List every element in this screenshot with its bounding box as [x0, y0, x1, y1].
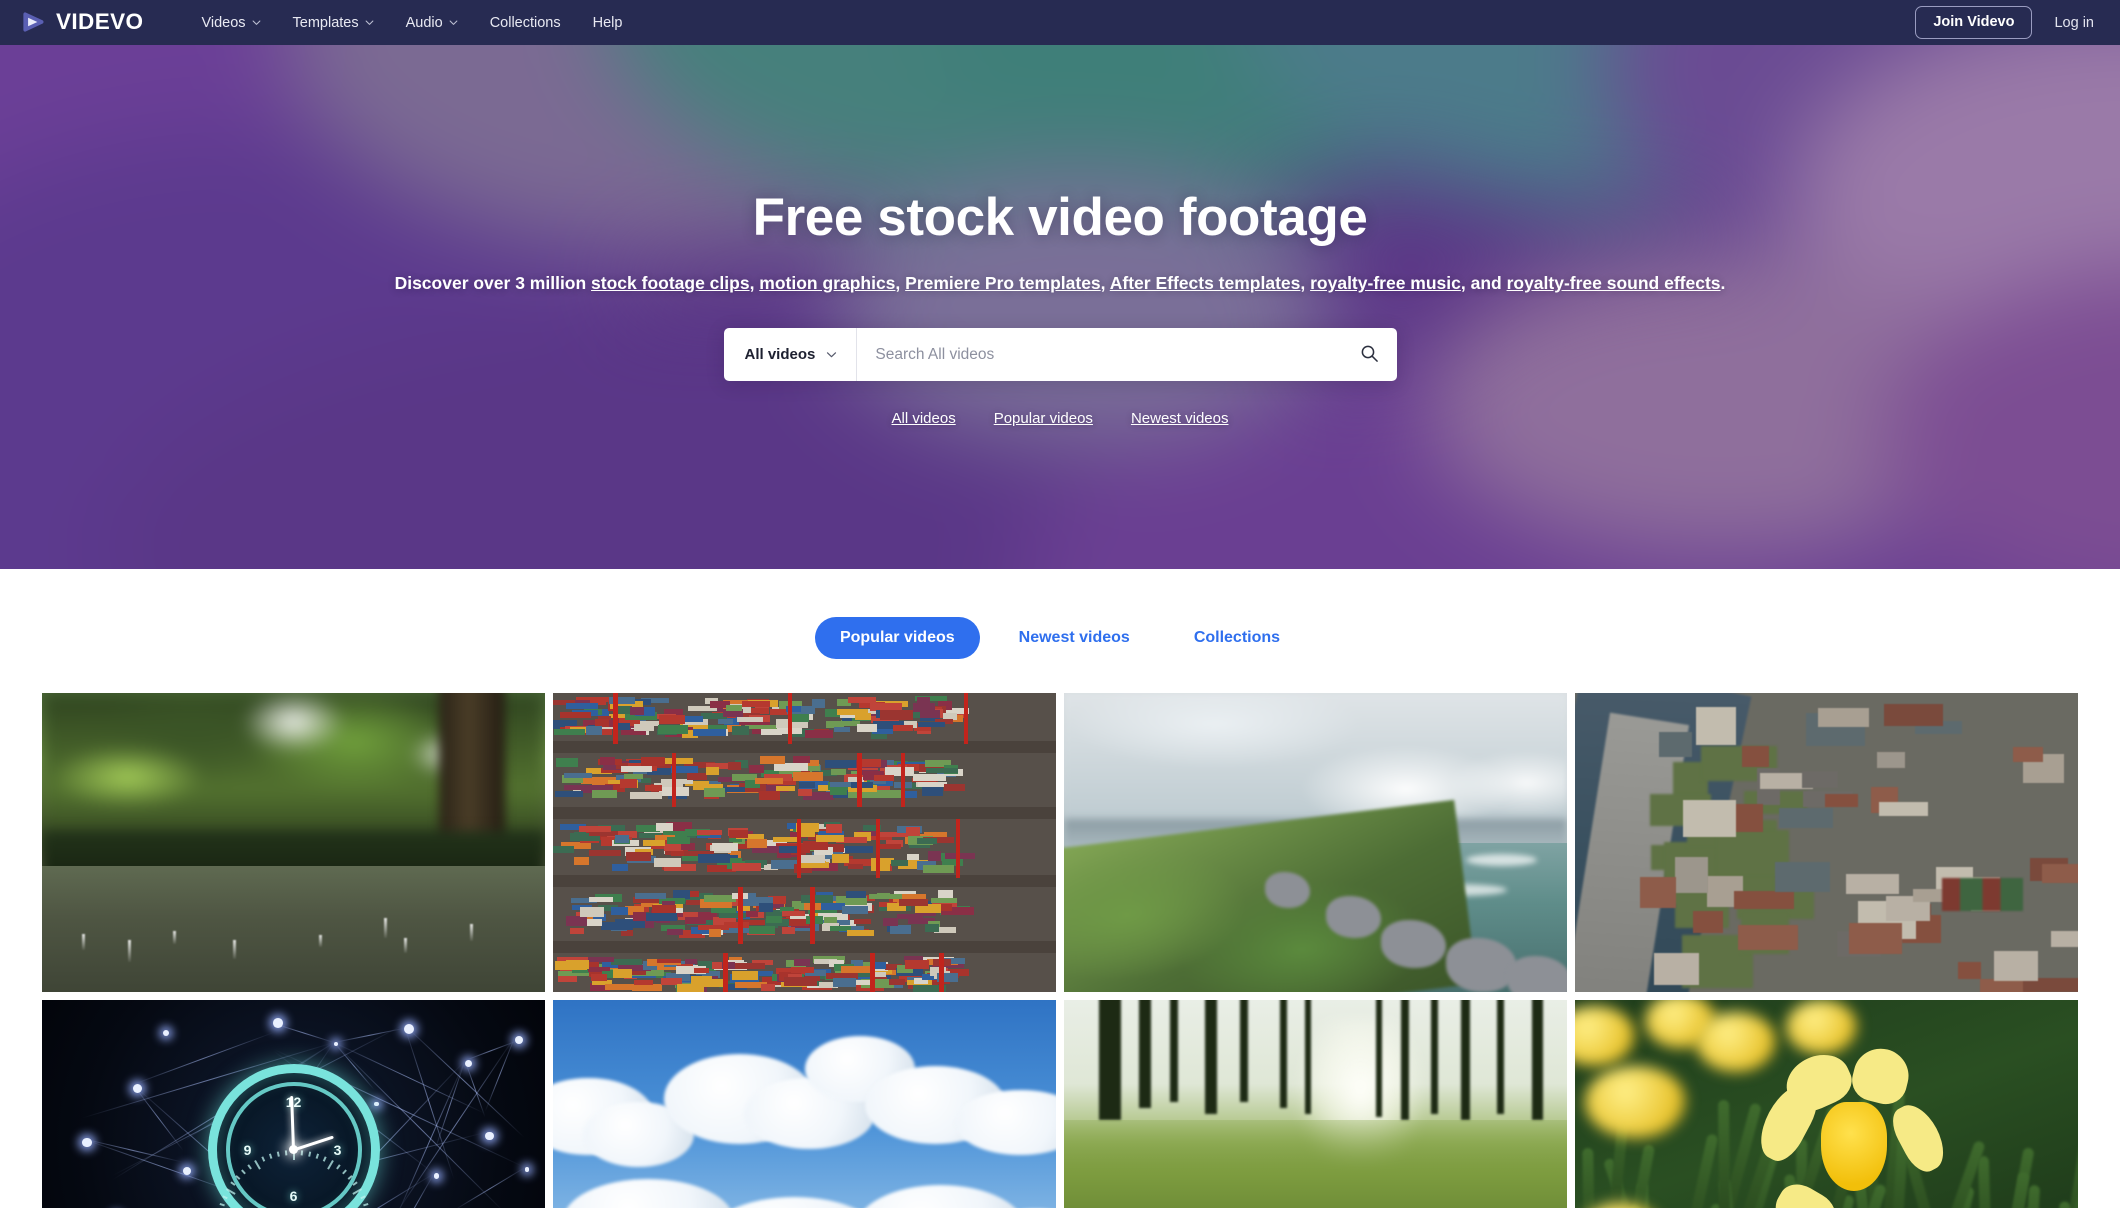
link-royalty-free-music[interactable]: royalty-free music: [1310, 273, 1461, 293]
main-nav: Videos Templates Audio Collections Help: [185, 9, 638, 37]
video-card-futuristic-glowing-clock-with-network-lines[interactable]: 12 3 6 9: [42, 1000, 545, 1208]
log-in-link[interactable]: Log in: [2054, 15, 2094, 31]
hero-quick-links: All videos Popular videos Newest videos: [892, 410, 1229, 427]
nav-item-videos[interactable]: Videos: [185, 9, 276, 37]
nav-item-collections[interactable]: Collections: [474, 9, 577, 37]
hero-subtitle-lead: Discover over 3 million: [394, 273, 592, 293]
thumbnail-image: [1575, 693, 2078, 992]
video-card-rocky-coastline-with-waves-and-greenery[interactable]: [1064, 693, 1567, 992]
search-submit-button[interactable]: [1343, 328, 1397, 381]
thumbnail-image: [553, 1000, 1056, 1208]
chevron-down-icon: [826, 349, 837, 360]
nav-item-help[interactable]: Help: [577, 9, 639, 37]
header-actions: Join Videvo Log in: [1915, 6, 2094, 39]
nav-item-label: Templates: [292, 14, 359, 31]
sep: ,: [749, 273, 760, 293]
thumbnail-image: [1064, 1000, 1567, 1208]
thumbnail-image: 12 3 6 9: [42, 1000, 545, 1208]
chevron-down-icon: [365, 18, 374, 27]
conjunction: , and: [1460, 273, 1507, 293]
chevron-down-icon: [449, 18, 458, 27]
tab-popular-videos[interactable]: Popular videos: [814, 617, 980, 659]
nav-item-label: Videos: [201, 14, 246, 31]
quick-link-all-videos[interactable]: All videos: [892, 410, 956, 427]
nav-item-label: Collections: [489, 14, 561, 31]
video-card-white-clouds-drifting-in-blue-sky[interactable]: [553, 1000, 1056, 1208]
link-motion-graphics[interactable]: motion graphics: [759, 273, 895, 293]
sep: ,: [1300, 273, 1311, 293]
video-card-sunlight-through-forest-trees-over-grass[interactable]: [1064, 1000, 1567, 1208]
sep: ,: [895, 273, 906, 293]
search-bar: All videos: [723, 328, 1397, 381]
period: .: [1720, 273, 1726, 293]
video-card-rain-falling-on-wet-ground-in-forest[interactable]: [42, 693, 545, 992]
video-card-aerial-drone-view-of-university-campus-by-river[interactable]: [1575, 693, 2078, 992]
quick-link-newest-videos[interactable]: Newest videos: [1131, 410, 1229, 427]
page-title: Free stock video footage: [752, 188, 1368, 247]
nav-item-templates[interactable]: Templates: [277, 9, 390, 37]
search-input[interactable]: [857, 328, 1343, 381]
thumbnail-image: [42, 693, 545, 992]
search-icon: [1360, 344, 1379, 366]
tab-newest-videos[interactable]: Newest videos: [994, 617, 1155, 659]
link-stock-footage-clips[interactable]: stock footage clips: [591, 273, 750, 293]
brand-name: VIDEVO: [56, 9, 144, 35]
join-videvo-button[interactable]: Join Videvo: [1915, 6, 2033, 39]
hero-section: Free stock video footage Discover over 3…: [0, 45, 2120, 569]
nav-item-label: Help: [592, 14, 623, 31]
content-tabs: Popular videos Newest videos Collections: [0, 569, 2120, 693]
videvo-play-logo-icon: [20, 9, 47, 36]
link-premiere-pro-templates[interactable]: Premiere Pro templates: [905, 273, 1101, 293]
nav-item-label: Audio: [405, 14, 443, 31]
thumbnail-image: [1575, 1000, 2078, 1208]
search-category-value: All videos: [744, 346, 816, 363]
thumbnail-image: [1064, 693, 1567, 992]
video-card-yellow-daffodils-blooming-close-up[interactable]: [1575, 1000, 2078, 1208]
search-category-select[interactable]: All videos: [724, 328, 858, 381]
tab-collections[interactable]: Collections: [1169, 617, 1305, 659]
brand-logo[interactable]: VIDEVO: [20, 9, 143, 36]
video-card-aerial-view-of-shipping-container-yard[interactable]: [553, 693, 1056, 992]
quick-link-popular-videos[interactable]: Popular videos: [994, 410, 1093, 427]
link-after-effects-templates[interactable]: After Effects templates: [1110, 273, 1301, 293]
video-thumbnail-grid: 12 3 6 9: [0, 693, 2120, 1208]
thumbnail-image: [553, 693, 1056, 992]
hero-subtitle: Discover over 3 million stock footage cl…: [395, 273, 1726, 294]
sep: ,: [1100, 273, 1110, 293]
nav-item-audio[interactable]: Audio: [390, 9, 474, 37]
link-royalty-free-sound-effects[interactable]: royalty-free sound effects: [1507, 273, 1721, 293]
site-header: VIDEVO Videos Templates Audio Collection…: [0, 0, 2120, 45]
chevron-down-icon: [252, 18, 261, 27]
